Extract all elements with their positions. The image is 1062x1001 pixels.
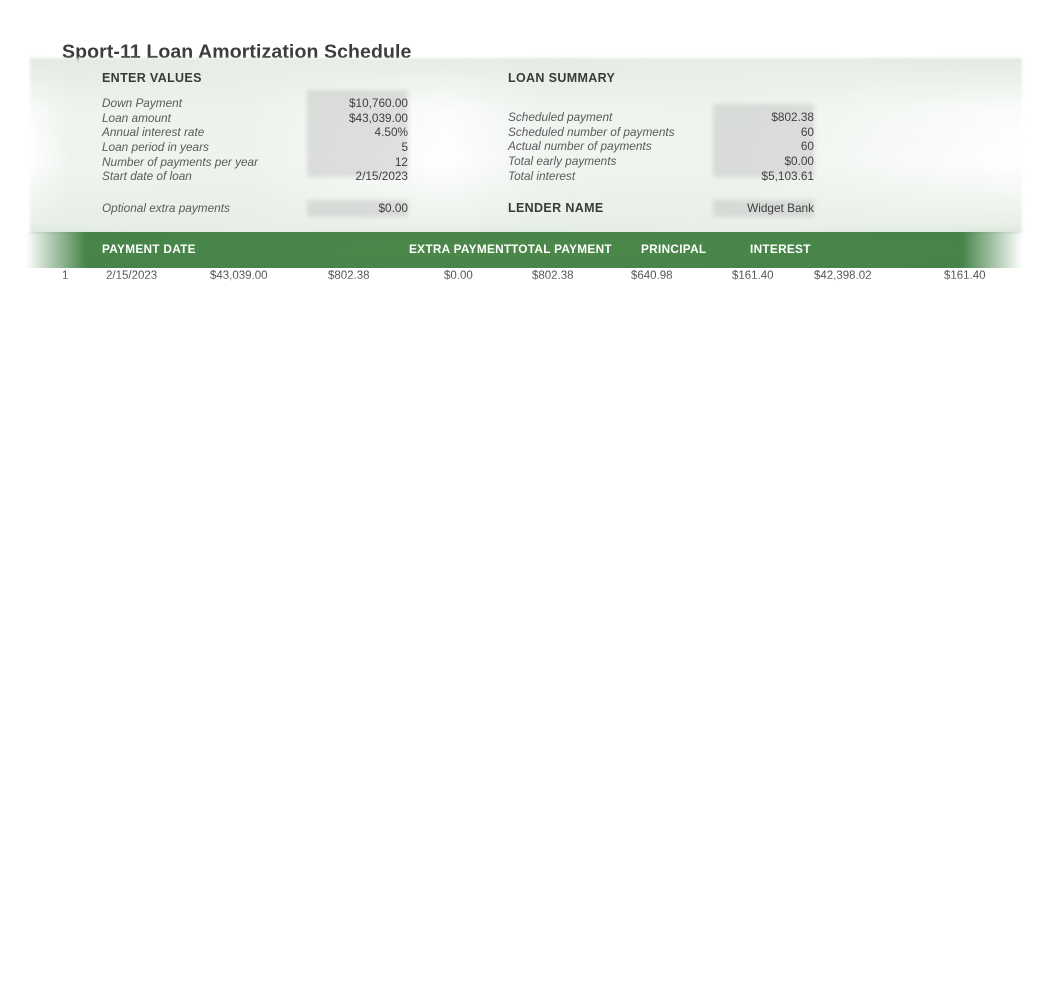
summary-total-interest-value: $5,103.61 xyxy=(761,168,814,183)
cell-beginning-balance: $43,039.00 xyxy=(210,270,268,282)
field-start-date-of-loan[interactable]: Start date of loan 2/15/2023 xyxy=(102,169,408,184)
enter-values-rows: Down Payment $10,760.00 Loan amount $43,… xyxy=(102,96,408,184)
field-payments-per-year[interactable]: Number of payments per year 12 xyxy=(102,155,408,170)
cell-scheduled-payment: $802.38 xyxy=(328,270,370,282)
field-down-payment-value[interactable]: $10,760.00 xyxy=(349,96,408,111)
summary-total-early-payments-label: Total early payments xyxy=(508,154,617,169)
field-loan-amount-label: Loan amount xyxy=(102,110,171,125)
cell-ending-balance: $42,398.02 xyxy=(814,270,872,282)
field-loan-amount-value[interactable]: $43,039.00 xyxy=(349,111,408,126)
summary-scheduled-number-of-payments-value: 60 xyxy=(800,124,814,139)
summary-scheduled-payment-value: $802.38 xyxy=(771,110,814,124)
field-lender-name-label: LENDER NAME xyxy=(508,201,604,215)
summary-scheduled-number-of-payments-label: Scheduled number of payments xyxy=(508,124,675,139)
cell-total-payment: $802.38 xyxy=(532,270,574,282)
loan-summary-heading: LOAN SUMMARY xyxy=(508,71,616,85)
column-header-total-payment[interactable]: TOTAL PAYMENT xyxy=(511,242,612,256)
cell-principal: $640.98 xyxy=(631,270,673,282)
faded-artifact-row xyxy=(26,738,1022,768)
field-loan-amount[interactable]: Loan amount $43,039.00 xyxy=(102,111,408,126)
field-optional-extra-payments[interactable]: Optional extra payments $0.00 xyxy=(102,201,408,216)
field-annual-interest-rate-value[interactable]: 4.50% xyxy=(375,125,408,140)
field-optional-extra-payments-label: Optional extra payments xyxy=(102,201,230,215)
summary-actual-number-of-payments-label: Actual number of payments xyxy=(508,139,652,154)
field-loan-period-years[interactable]: Loan period in years 5 xyxy=(102,140,408,155)
schedule-header-row: PAYMENT DATE EXTRA PAYMENT TOTAL PAYMENT… xyxy=(26,232,1022,268)
field-payments-per-year-label: Number of payments per year xyxy=(102,154,259,169)
summary-total-early-payments: Total early payments $0.00 xyxy=(508,154,814,169)
summary-scheduled-payment-label: Scheduled payment xyxy=(508,110,613,124)
column-header-extra-payment[interactable]: EXTRA PAYMENT xyxy=(409,242,511,256)
summary-actual-number-of-payments-value: 60 xyxy=(800,139,814,154)
field-down-payment[interactable]: Down Payment $10,760.00 xyxy=(102,96,408,111)
enter-values-heading: ENTER VALUES xyxy=(102,71,202,85)
summary-total-interest-label: Total interest xyxy=(508,168,576,183)
field-loan-period-years-value[interactable]: 5 xyxy=(401,140,408,155)
cell-pmt-no: 1 xyxy=(62,270,69,282)
field-lender-name-value[interactable]: Widget Bank xyxy=(747,201,814,216)
cell-payment-date: 2/15/2023 xyxy=(106,270,158,282)
summary-actual-number-of-payments: Actual number of payments 60 xyxy=(508,139,814,154)
field-lender-name[interactable]: LENDER NAME Widget Bank xyxy=(508,201,814,216)
field-start-date-of-loan-value[interactable]: 2/15/2023 xyxy=(356,169,408,184)
field-annual-interest-rate[interactable]: Annual interest rate 4.50% xyxy=(102,125,408,140)
column-header-principal[interactable]: PRINCIPAL xyxy=(641,242,706,256)
field-annual-interest-rate-label: Annual interest rate xyxy=(102,125,205,140)
summary-scheduled-payment: Scheduled payment $802.38 xyxy=(508,110,814,125)
cell-cumulative-interest: $161.40 xyxy=(944,270,986,282)
loan-summary-panel: LOAN SUMMARY Scheduled payment $802.38 S… xyxy=(508,58,814,230)
summary-total-interest: Total interest $5,103.61 xyxy=(508,169,814,184)
summary-total-early-payments-value: $0.00 xyxy=(784,154,814,169)
field-payments-per-year-value[interactable]: 12 xyxy=(395,155,408,170)
loan-summary-rows: Scheduled payment $802.38 Scheduled numb… xyxy=(508,110,814,183)
column-header-payment-date[interactable]: PAYMENT DATE xyxy=(102,242,196,256)
cell-interest: $161.40 xyxy=(732,270,774,282)
table-row[interactable]: 1 2/15/2023 $43,039.00 $802.38 $0.00 $80… xyxy=(26,268,1022,290)
field-start-date-of-loan-label: Start date of loan xyxy=(102,169,192,184)
field-optional-extra-payments-value[interactable]: $0.00 xyxy=(378,201,408,216)
field-down-payment-label: Down Payment xyxy=(102,96,182,110)
field-loan-period-years-label: Loan period in years xyxy=(102,140,209,155)
summary-scheduled-number-of-payments: Scheduled number of payments 60 xyxy=(508,125,814,140)
cell-extra-payment: $0.00 xyxy=(444,270,473,282)
enter-values-panel: ENTER VALUES Down Payment $10,760.00 Loa… xyxy=(102,58,408,230)
column-header-interest[interactable]: INTEREST xyxy=(750,242,811,256)
amortization-schedule-table: PAYMENT DATE EXTRA PAYMENT TOTAL PAYMENT… xyxy=(26,232,1022,290)
